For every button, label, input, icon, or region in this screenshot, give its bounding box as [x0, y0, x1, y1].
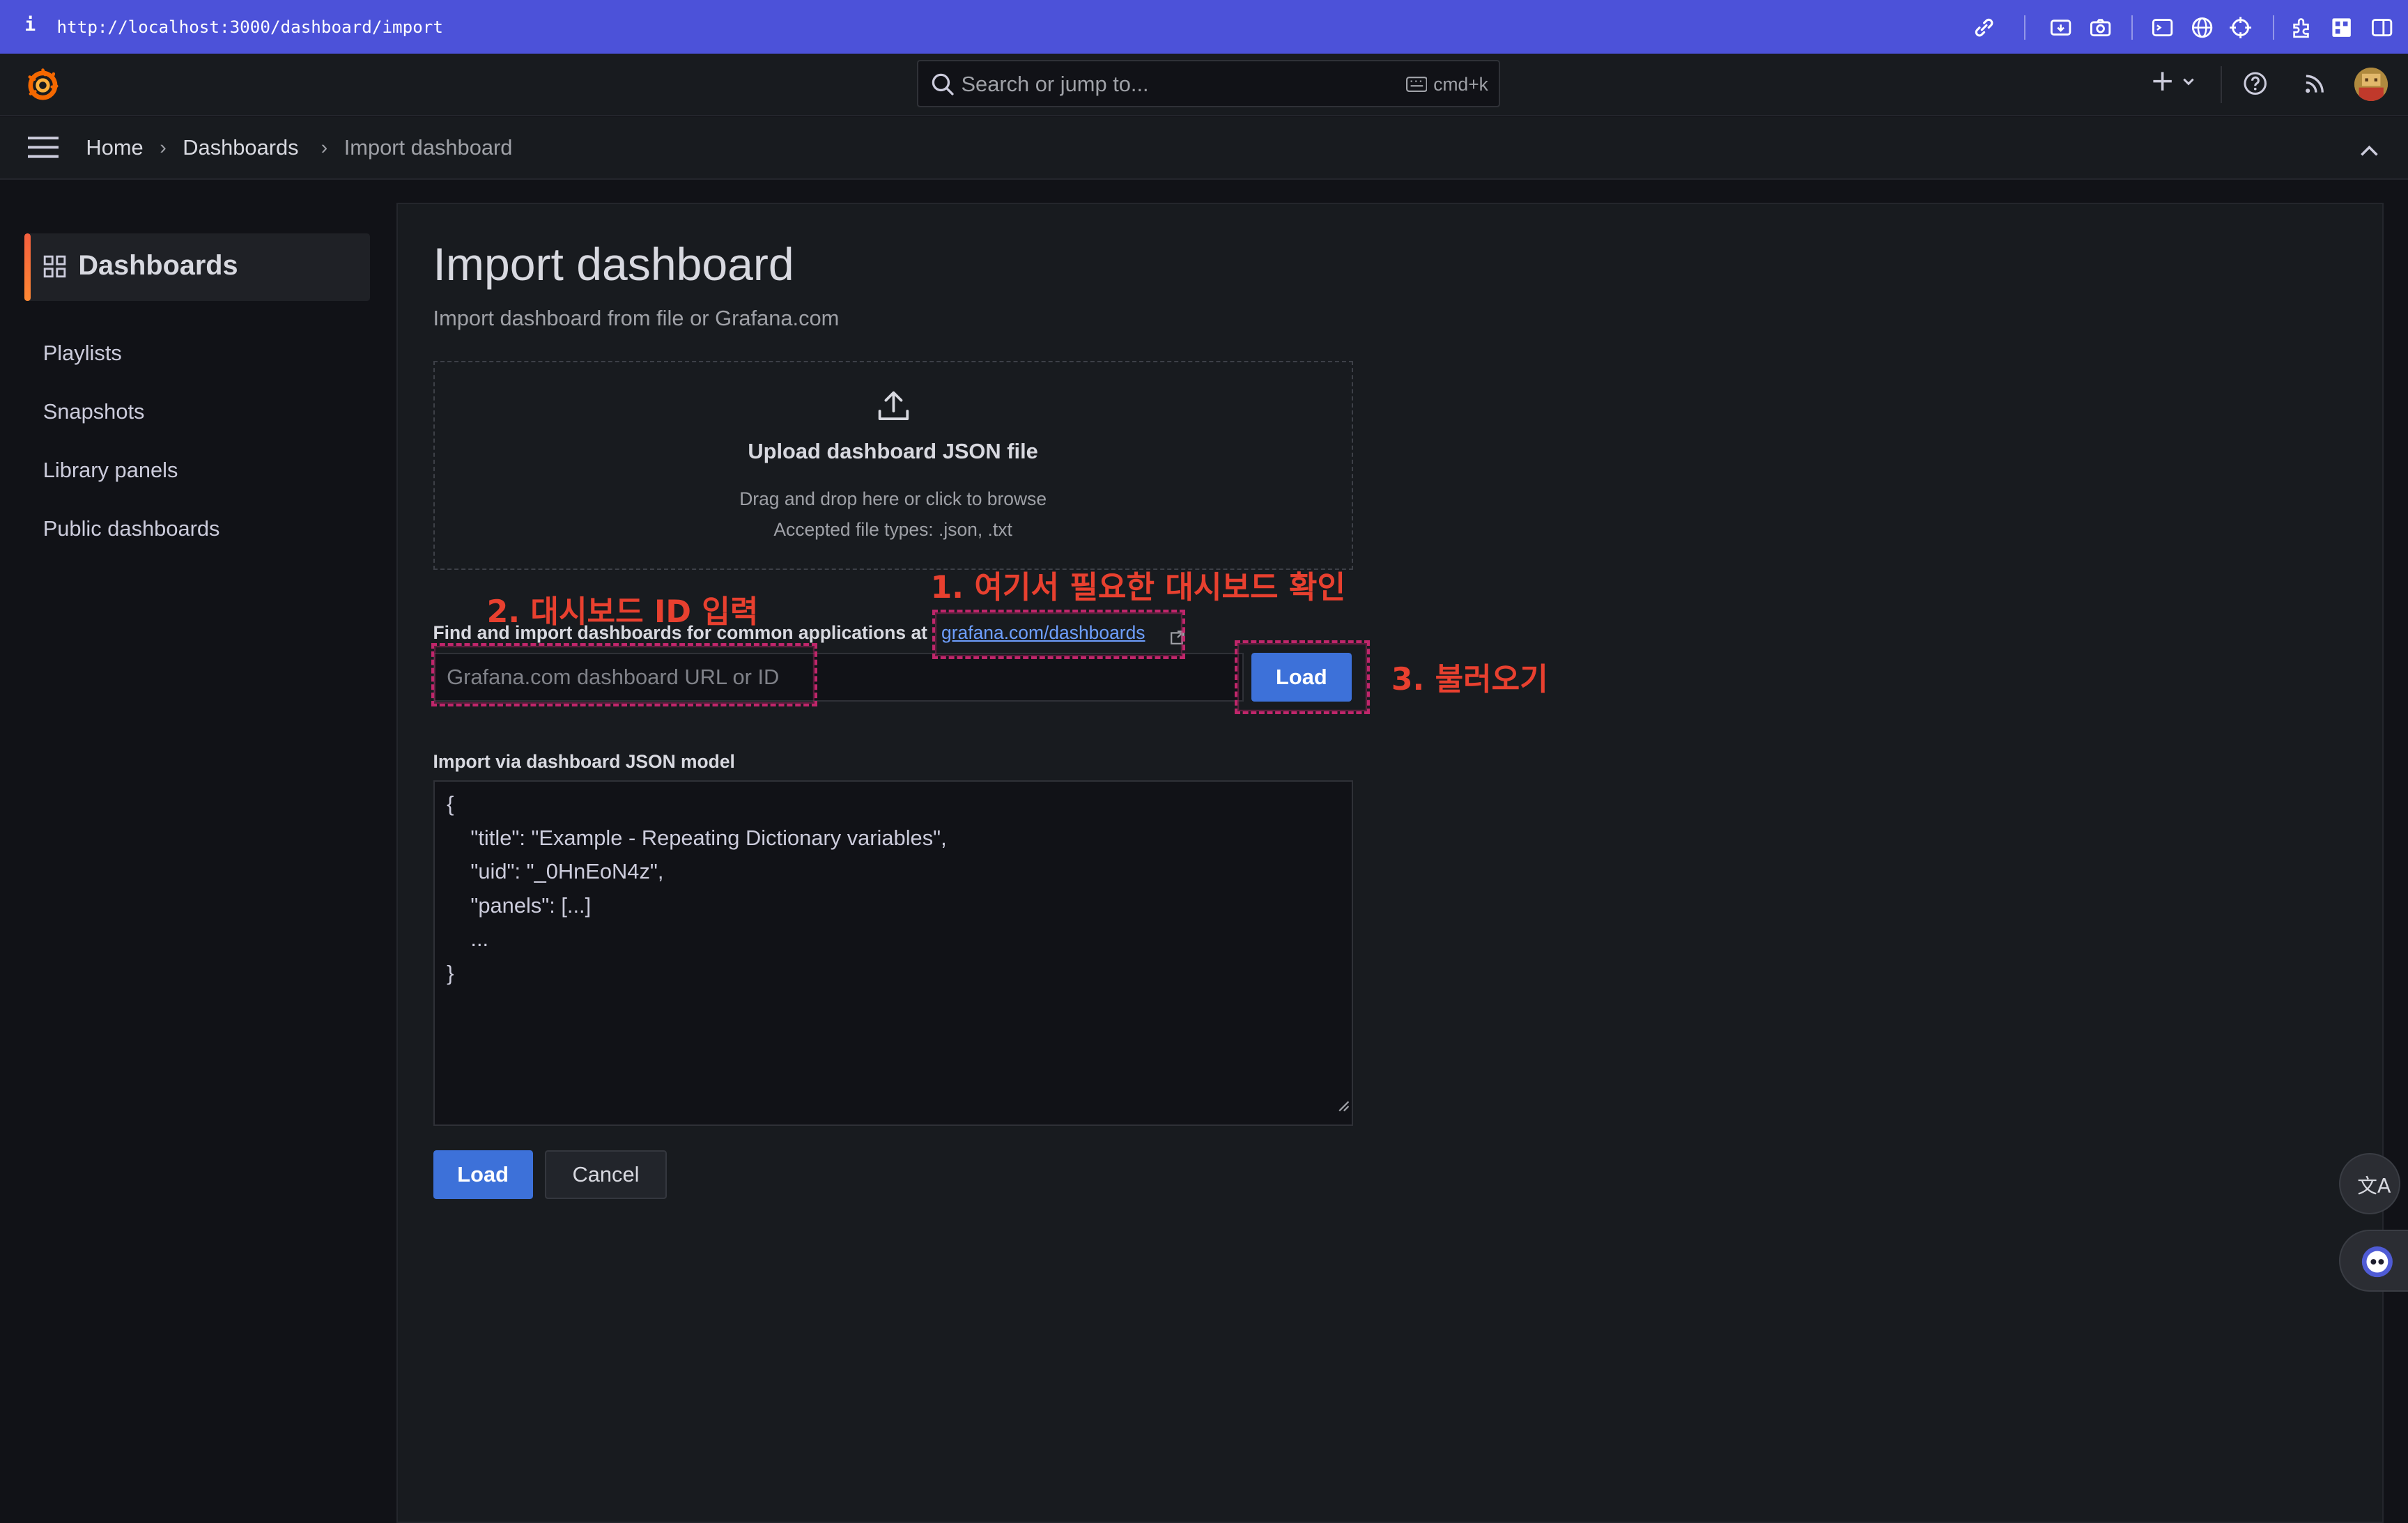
- json-line: "panels": [...]: [447, 892, 592, 918]
- sidebar-item-library-panels[interactable]: Library panels: [43, 458, 178, 483]
- search-shortcut: cmd+k: [1405, 73, 1488, 95]
- plus-icon: [2152, 72, 2172, 91]
- breadcrumb-dashboards[interactable]: Dashboards: [183, 135, 298, 160]
- browser-toolbar: i http://localhost:3000/dashboard/import: [0, 0, 2408, 54]
- camera-icon[interactable]: [2088, 15, 2113, 40]
- translate-icon: 文A: [2357, 1174, 2391, 1198]
- qr-icon[interactable]: [2329, 15, 2354, 40]
- json-line: "title": "Example - Repeating Dictionary…: [447, 825, 947, 850]
- annotation-step-1: 1. 여기서 필요한 대시보드 확인: [930, 569, 1346, 605]
- sidebar-item-snapshots[interactable]: Snapshots: [43, 399, 145, 424]
- new-menu-button[interactable]: [2150, 69, 2196, 93]
- globe-icon[interactable]: [2190, 15, 2214, 40]
- apps-icon: [43, 255, 66, 284]
- page-subtitle: Import dashboard from file or Grafana.co…: [433, 305, 840, 330]
- breadcrumb: Home › Dashboards › Import dashboard: [0, 116, 2408, 180]
- link-icon[interactable]: [1972, 15, 1996, 40]
- json-model-textarea[interactable]: { "title": "Example - Repeating Dictiona…: [433, 780, 1353, 1126]
- search-placeholder: Search or jump to...: [961, 72, 1149, 97]
- annotation-box-input: [431, 643, 817, 706]
- sidebar-toggle-icon[interactable]: [2370, 15, 2394, 40]
- site-info-icon[interactable]: i: [24, 14, 36, 36]
- search-icon: [930, 72, 955, 102]
- upload-hint: Drag and drop here or click to browse: [739, 488, 1047, 509]
- translate-button[interactable]: 文A: [2338, 1153, 2400, 1215]
- menu-icon[interactable]: [27, 137, 59, 164]
- annotation-step-3: 3. 불러오기: [1391, 661, 1548, 697]
- section-nav: Dashboards Playlists Snapshots Library p…: [0, 180, 396, 1505]
- sidebar-item-playlists[interactable]: Playlists: [43, 341, 122, 366]
- screenshot-icon[interactable]: [2048, 15, 2073, 40]
- sidebar-item-public-dashboards[interactable]: Public dashboards: [43, 516, 220, 541]
- upload-dropzone[interactable]: Upload dashboard JSON file Drag and drop…: [433, 360, 1353, 570]
- upload-title: Upload dashboard JSON file: [748, 439, 1038, 464]
- extensions-icon[interactable]: [2290, 15, 2314, 40]
- toolbar-divider: [2023, 15, 2026, 40]
- upload-accepted-types: Accepted file types: .json, .txt: [773, 518, 1012, 540]
- json-line: ...: [447, 927, 489, 952]
- user-avatar[interactable]: [2354, 67, 2388, 102]
- assistant-button[interactable]: [2338, 1230, 2408, 1292]
- crosshair-icon[interactable]: [2228, 15, 2253, 40]
- top-navigation: Search or jump to... cmd+k: [0, 54, 2408, 117]
- chevron-down-icon: [2182, 78, 2194, 86]
- resize-handle-icon[interactable]: [1338, 1089, 1350, 1122]
- page-title: Import dashboard: [433, 238, 794, 291]
- grafana-logo-icon[interactable]: [24, 66, 61, 103]
- json-line: "uid": "_0HnEoN4z",: [447, 859, 664, 884]
- help-icon[interactable]: [2242, 70, 2268, 102]
- json-line: {: [447, 791, 454, 817]
- chevron-up-icon[interactable]: [2359, 138, 2380, 166]
- breadcrumb-separator: ›: [321, 137, 328, 160]
- address-bar[interactable]: http://localhost:3000/dashboard/import: [57, 17, 443, 37]
- load-json-button[interactable]: Load: [433, 1150, 533, 1200]
- annotation-box-link: [932, 609, 1186, 659]
- annotation-step-2: 2. 대시보드 ID 입력: [486, 594, 759, 630]
- active-indicator: [24, 233, 31, 301]
- annotation-box-load: [1235, 640, 1370, 714]
- json-line: }: [447, 960, 454, 985]
- breadcrumb-home[interactable]: Home: [86, 135, 143, 160]
- assistant-icon: [2361, 1246, 2393, 1278]
- search-bar[interactable]: Search or jump to... cmd+k: [916, 59, 1501, 108]
- upload-icon: [875, 388, 912, 431]
- news-feed-icon[interactable]: [2302, 70, 2328, 102]
- sidebar-item-dashboards[interactable]: Dashboards: [24, 233, 371, 301]
- sidebar-item-label: Dashboards: [78, 250, 238, 281]
- keyboard-icon: [1405, 77, 1428, 93]
- svg-text:文A: 文A: [2357, 1174, 2391, 1198]
- shortcut-label: cmd+k: [1433, 73, 1488, 95]
- terminal-icon[interactable]: [2150, 15, 2175, 40]
- cancel-button[interactable]: Cancel: [545, 1150, 667, 1200]
- toolbar-divider: [2131, 15, 2133, 40]
- toolbar-divider: [2272, 15, 2275, 40]
- json-model-label: Import via dashboard JSON model: [433, 750, 735, 772]
- breadcrumb-current: Import dashboard: [344, 134, 513, 160]
- breadcrumb-separator: ›: [160, 137, 167, 160]
- nav-divider: [2220, 65, 2223, 103]
